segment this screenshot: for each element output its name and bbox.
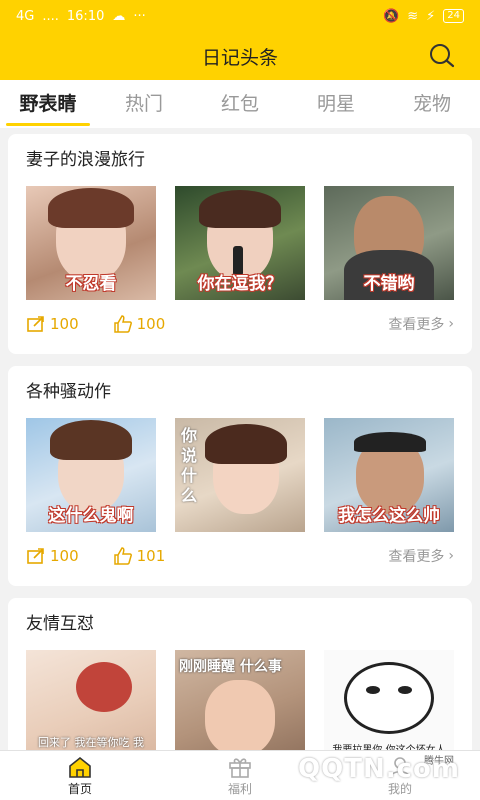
- nav-home[interactable]: 首页: [0, 751, 160, 800]
- tab-red-envelope[interactable]: 红包: [192, 80, 288, 128]
- view-more-link[interactable]: 查看更多 ›: [388, 314, 454, 334]
- meme-thumbnail[interactable]: 你在逗我？: [175, 186, 305, 300]
- gift-icon: [229, 758, 251, 778]
- view-more-label: 查看更多: [388, 549, 445, 565]
- app-header: 日记头条: [0, 32, 480, 80]
- chevron-right-icon: ›: [448, 548, 454, 564]
- status-time: 16:10: [66, 8, 105, 24]
- status-dots-right: ···: [133, 8, 146, 24]
- charging-icon: ⚡: [426, 8, 436, 24]
- meme-thumbnail[interactable]: 这什么鬼啊: [26, 418, 156, 532]
- card-title: 友情互怼: [26, 614, 94, 634]
- tab-hot[interactable]: 热门: [96, 80, 192, 128]
- page-title: 日记头条: [201, 46, 278, 69]
- nav-welfare[interactable]: 福利: [160, 751, 320, 800]
- like-stat[interactable]: 100: [113, 315, 166, 333]
- meme-caption: 回来了 我在等你吃 我: [38, 736, 144, 749]
- chevron-right-icon: ›: [448, 316, 454, 332]
- tab-active[interactable]: 野表睛: [0, 80, 96, 128]
- card-title: 各种骚动作: [26, 382, 111, 402]
- meme-thumbnail[interactable]: 不错哟: [324, 186, 454, 300]
- wifi-icon: ≋: [407, 8, 419, 24]
- share-stat[interactable]: 100: [26, 547, 79, 565]
- feed-card[interactable]: 妻子的浪漫旅行 不忍看 你在逗我？ 不错哟 100 100 查看更多 ›: [8, 134, 472, 354]
- cloud-icon: ☁: [112, 8, 126, 24]
- feed-card[interactable]: 友情互怼 回来了 我在等你吃 我 刚刚睡醒 什么事 我要拉黑你,你这个坏女人: [8, 598, 472, 750]
- mute-icon: 🔕: [383, 8, 400, 24]
- share-stat[interactable]: 100: [26, 315, 79, 333]
- nav-mine-label: 我的: [387, 782, 412, 796]
- thumbnail-row: 这什么鬼啊 你说什么 我怎么这么帅: [26, 418, 454, 532]
- watermark-logo: QQTN.com: [298, 754, 460, 784]
- nav-welfare-label: 福利: [227, 782, 252, 796]
- card-title: 妻子的浪漫旅行: [26, 150, 145, 170]
- meme-side-caption: 你说什么: [181, 426, 198, 505]
- share-count: 100: [50, 315, 79, 333]
- battery-indicator: 24: [443, 9, 464, 23]
- like-count: 100: [136, 315, 166, 333]
- signal-indicator: 4G: [16, 8, 35, 24]
- feed-list[interactable]: 妻子的浪漫旅行 不忍看 你在逗我？ 不错哟 100 100 查看更多 › 各种骚…: [0, 128, 480, 750]
- view-more-label: 查看更多: [388, 317, 445, 333]
- meme-thumbnail[interactable]: 不忍看: [26, 186, 156, 300]
- like-count: 101: [136, 547, 166, 565]
- view-more-link[interactable]: 查看更多 ›: [388, 546, 454, 566]
- meme-caption: 我怎么这么帅: [338, 506, 440, 526]
- category-tabs: 野表睛 热门 红包 明星 宠物: [0, 80, 480, 128]
- meme-thumbnail[interactable]: 刚刚睡醒 什么事: [175, 650, 305, 750]
- home-icon: [69, 756, 91, 778]
- search-icon[interactable]: [428, 42, 456, 70]
- share-icon: [27, 548, 44, 564]
- tab-celebrity[interactable]: 明星: [288, 80, 384, 128]
- status-dots-left: ....: [42, 8, 59, 24]
- meme-thumbnail[interactable]: 我怎么这么帅: [324, 418, 454, 532]
- meme-caption: 这什么鬼啊: [48, 506, 134, 526]
- tab-pets[interactable]: 宠物: [384, 80, 480, 128]
- meme-caption: 刚刚睡醒 什么事: [179, 659, 282, 675]
- meme-thumbnail[interactable]: 你说什么: [175, 418, 305, 532]
- status-bar: 4G .... 16:10 ☁ ··· 🔕 ≋ ⚡ 24: [0, 0, 480, 32]
- nav-home-label: 首页: [67, 782, 92, 796]
- meme-thumbnail[interactable]: 回来了 我在等你吃 我: [26, 650, 156, 750]
- like-stat[interactable]: 101: [113, 547, 166, 565]
- meme-thumbnail[interactable]: 我要拉黑你,你这个坏女人: [324, 650, 454, 750]
- share-count: 100: [50, 547, 79, 565]
- thumbs-up-icon: [113, 315, 132, 333]
- card-footer: 100 101 查看更多 ›: [26, 532, 454, 580]
- meme-caption: 我要拉黑你,你这个坏女人: [324, 741, 454, 750]
- thumbnail-row: 回来了 我在等你吃 我 刚刚睡醒 什么事 我要拉黑你,你这个坏女人: [26, 650, 454, 750]
- thumbnail-row: 不忍看 你在逗我？ 不错哟: [26, 186, 454, 300]
- meme-caption: 不错哟: [363, 274, 415, 294]
- card-footer: 100 100 查看更多 ›: [26, 300, 454, 348]
- meme-caption: 你在逗我？: [197, 274, 283, 294]
- meme-caption: 不忍看: [65, 274, 117, 294]
- thumbs-up-icon: [113, 547, 132, 565]
- feed-card[interactable]: 各种骚动作 这什么鬼啊 你说什么 我怎么这么帅 100 101 查看更多 ›: [8, 366, 472, 586]
- share-icon: [27, 316, 44, 332]
